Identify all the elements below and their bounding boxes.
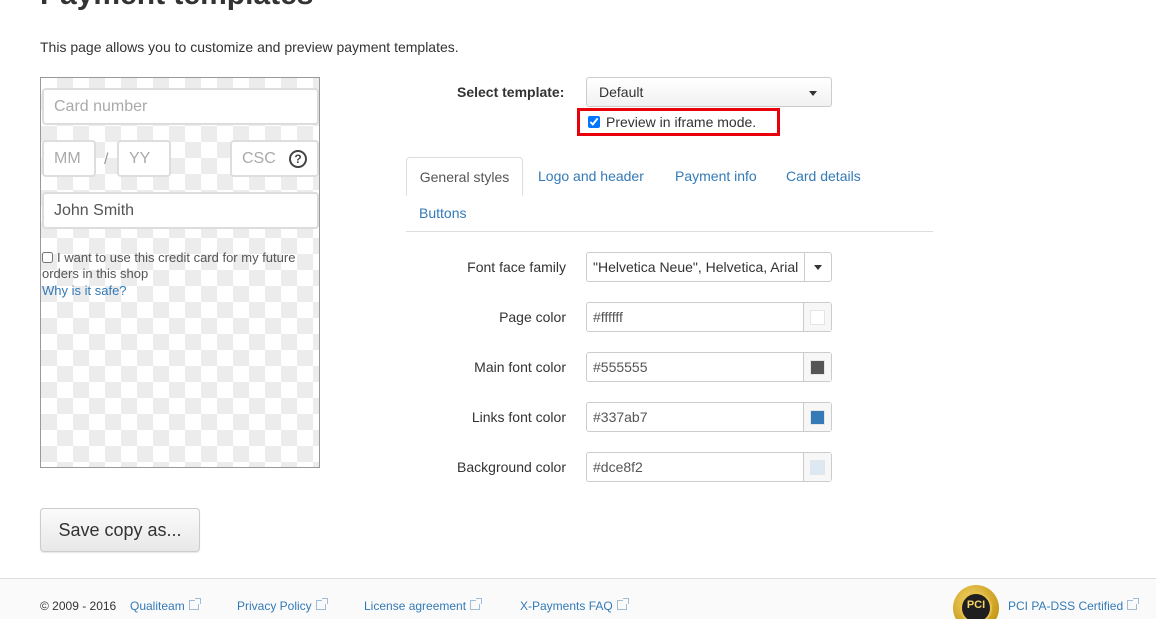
chevron-down-icon bbox=[809, 91, 817, 96]
color-swatch-icon bbox=[810, 409, 826, 425]
footer-link-pci-certified[interactable]: PCI PA-DSS Certified bbox=[1008, 598, 1140, 613]
tab-buttons[interactable]: Buttons bbox=[419, 205, 466, 221]
footer-link-license-agreement[interactable]: License agreement bbox=[364, 598, 483, 613]
page-intro: This page allows you to customize and pr… bbox=[40, 39, 459, 55]
links-font-color-picker[interactable] bbox=[804, 403, 831, 431]
cardholder-name-input[interactable]: John Smith bbox=[42, 192, 319, 229]
expiry-year-placeholder: YY bbox=[129, 149, 151, 167]
card-number-placeholder: Card number bbox=[54, 97, 148, 115]
footer-link-label: Privacy Policy bbox=[237, 599, 312, 613]
card-number-input[interactable]: Card number bbox=[42, 88, 319, 125]
template-select-value: Default bbox=[599, 84, 644, 100]
color-swatch-icon bbox=[810, 359, 826, 375]
cardholder-name-value: John Smith bbox=[54, 201, 135, 219]
expiry-year-input[interactable]: YY bbox=[117, 140, 171, 177]
page-color-field[interactable]: #ffffff bbox=[586, 302, 832, 332]
footer-link-qualiteam[interactable]: Qualiteam bbox=[130, 598, 201, 613]
footer-link-label: PCI PA-DSS Certified bbox=[1008, 599, 1124, 613]
iframe-mode-highlight: Preview in iframe mode. bbox=[577, 108, 780, 136]
background-color-value: #dce8f2 bbox=[587, 453, 805, 481]
pci-badge-text: PCI bbox=[960, 592, 992, 619]
style-tabs: General styles Logo and header Payment i… bbox=[406, 157, 933, 232]
font-face-value: "Helvetica Neue", Helvetica, Arial bbox=[587, 253, 805, 281]
main-font-color-label: Main font color bbox=[474, 359, 566, 375]
footer: © 2009 - 2016 Qualiteam Privacy Policy L… bbox=[0, 578, 1156, 619]
background-color-picker[interactable] bbox=[804, 453, 831, 481]
expiry-separator: / bbox=[104, 151, 109, 168]
background-color-label: Background color bbox=[457, 459, 566, 475]
page-color-label: Page color bbox=[499, 309, 566, 325]
links-font-color-value: #337ab7 bbox=[587, 403, 805, 431]
background-color-field[interactable]: #dce8f2 bbox=[586, 452, 832, 482]
main-font-color-picker[interactable] bbox=[804, 353, 831, 381]
links-font-color-field[interactable]: #337ab7 bbox=[586, 402, 832, 432]
expiry-month-placeholder: MM bbox=[54, 149, 81, 167]
expiry-month-input[interactable]: MM bbox=[42, 140, 96, 177]
csc-placeholder: CSC bbox=[242, 149, 276, 167]
font-face-select[interactable]: "Helvetica Neue", Helvetica, Arial bbox=[586, 252, 832, 282]
csc-input[interactable]: CSC ? bbox=[230, 140, 319, 177]
save-card-label: I want to use this credit card for my fu… bbox=[42, 250, 296, 281]
pci-badge-icon: PCI bbox=[953, 585, 999, 619]
external-link-icon bbox=[616, 598, 629, 610]
help-icon[interactable]: ? bbox=[289, 149, 307, 168]
external-link-icon bbox=[470, 598, 483, 610]
save-card-option: I want to use this credit card for my fu… bbox=[42, 250, 312, 282]
template-select[interactable]: Default bbox=[586, 77, 832, 107]
iframe-mode-label[interactable]: Preview in iframe mode. bbox=[606, 114, 756, 130]
main-font-color-value: #555555 bbox=[587, 353, 805, 381]
external-link-icon bbox=[315, 598, 328, 610]
why-safe-link[interactable]: Why is it safe? bbox=[42, 283, 127, 298]
footer-link-privacy-policy[interactable]: Privacy Policy bbox=[237, 598, 328, 613]
external-link-icon bbox=[1127, 598, 1140, 610]
iframe-mode-checkbox[interactable] bbox=[588, 116, 600, 128]
main-font-color-field[interactable]: #555555 bbox=[586, 352, 832, 382]
page-color-value: #ffffff bbox=[587, 303, 805, 331]
page-title: Payment templates bbox=[40, 0, 313, 12]
footer-link-label: X-Payments FAQ bbox=[520, 599, 613, 613]
save-card-checkbox[interactable] bbox=[42, 252, 53, 263]
footer-link-label: Qualiteam bbox=[130, 599, 185, 613]
font-face-label: Font face family bbox=[467, 259, 566, 275]
tab-logo-and-header[interactable]: Logo and header bbox=[538, 168, 644, 184]
external-link-icon bbox=[188, 598, 201, 610]
page-color-picker[interactable] bbox=[804, 303, 831, 331]
tab-payment-info[interactable]: Payment info bbox=[675, 168, 757, 184]
payment-preview-panel: Card number MM / YY CSC ? John Smith I w… bbox=[40, 77, 320, 468]
color-swatch-icon bbox=[810, 309, 826, 325]
footer-link-faq[interactable]: X-Payments FAQ bbox=[520, 598, 629, 613]
copyright: © 2009 - 2016 bbox=[40, 599, 117, 613]
tab-card-details[interactable]: Card details bbox=[786, 168, 861, 184]
chevron-down-icon bbox=[814, 265, 822, 270]
save-copy-button[interactable]: Save copy as... bbox=[40, 508, 200, 552]
footer-link-label: License agreement bbox=[364, 599, 467, 613]
color-swatch-icon bbox=[810, 459, 826, 475]
tab-general-styles[interactable]: General styles bbox=[406, 157, 523, 196]
select-template-label: Select template: bbox=[457, 84, 565, 100]
links-font-color-label: Links font color bbox=[471, 409, 566, 425]
